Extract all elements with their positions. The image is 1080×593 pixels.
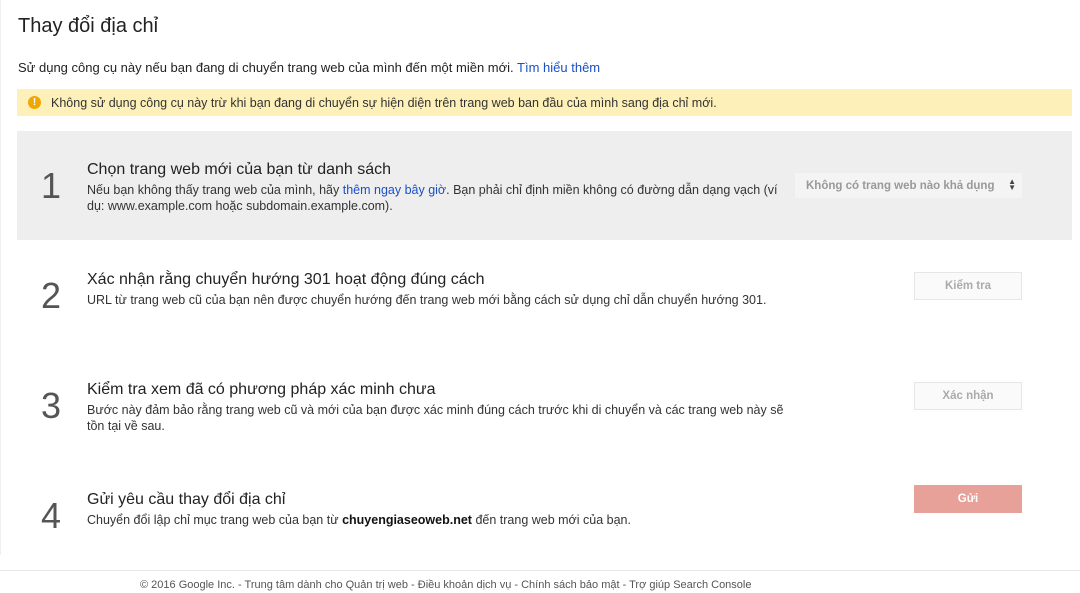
step-description-text: đến trang web mới của bạn. [475,513,631,527]
footer-links: © 2016 Google Inc. - Trung tâm dành cho … [140,579,752,591]
step-4-submit-request: 4 Gửi yêu cầu thay đổi địa chỉ Chuyển đổ… [17,461,1072,570]
step-1-select-site: 1 Chọn trang web mới của bạn từ danh sác… [17,131,1072,240]
warning-banner: ! Không sử dụng công cụ này trừ khi bạn … [17,89,1072,116]
step-number: 3 [41,385,62,426]
step-3-check-verification: 3 Kiểm tra xem đã có phương pháp xác min… [17,351,1072,460]
content-divider [0,0,1,555]
select-value: Không có trang web nào khả dụng [806,179,995,192]
confirm-button[interactable]: Xác nhận [914,382,1022,410]
step-description-text: Nếu bạn không thấy trang web của mình, h… [87,183,340,197]
intro-description: Sử dụng công cụ này nếu bạn đang di chuy… [18,60,514,75]
page-title: Thay đổi địa chỉ [18,15,159,37]
step-title: Chọn trang web mới của bạn từ danh sách [87,161,392,178]
old-domain: chuyengiaseoweb.net [342,513,472,527]
check-button[interactable]: Kiểm tra [914,272,1022,300]
add-site-link[interactable]: thêm ngay bây giờ [343,183,446,197]
step-2-confirm-redirect: 2 Xác nhận rằng chuyển hướng 301 hoạt độ… [17,241,1072,350]
step-description: Chuyển đổi lập chỉ mục trang web của bạn… [87,512,797,528]
select-arrows-icon: ▲ ▼ [1008,177,1016,192]
warning-text: Không sử dụng công cụ này trừ khi bạn đa… [51,95,717,110]
learn-more-link[interactable]: Tìm hiểu thêm [517,60,600,75]
step-number: 1 [41,165,62,206]
footer-divider [0,570,1080,571]
step-title: Kiểm tra xem đã có phương pháp xác minh … [87,381,436,398]
step-title: Xác nhận rằng chuyển hướng 301 hoạt động… [87,271,485,288]
step-number: 4 [41,495,62,536]
step-description-text: Chuyển đổi lập chỉ mục trang web của bạn… [87,513,339,527]
intro-text: Sử dụng công cụ này nếu bạn đang di chuy… [18,60,600,75]
submit-button[interactable]: Gửi [914,485,1022,513]
step-description: Nếu bạn không thấy trang web của mình, h… [87,182,797,214]
step-description: Bước này đảm bảo rằng trang web cũ và mớ… [87,403,784,433]
step-number: 2 [41,275,62,316]
step-description: URL từ trang web cũ của bạn nên được chu… [87,293,767,307]
new-site-select[interactable]: Không có trang web nào khả dụng ▲ ▼ [795,173,1022,198]
step-title: Gửi yêu cầu thay đổi địa chỉ [87,491,286,508]
warning-icon: ! [28,96,41,109]
